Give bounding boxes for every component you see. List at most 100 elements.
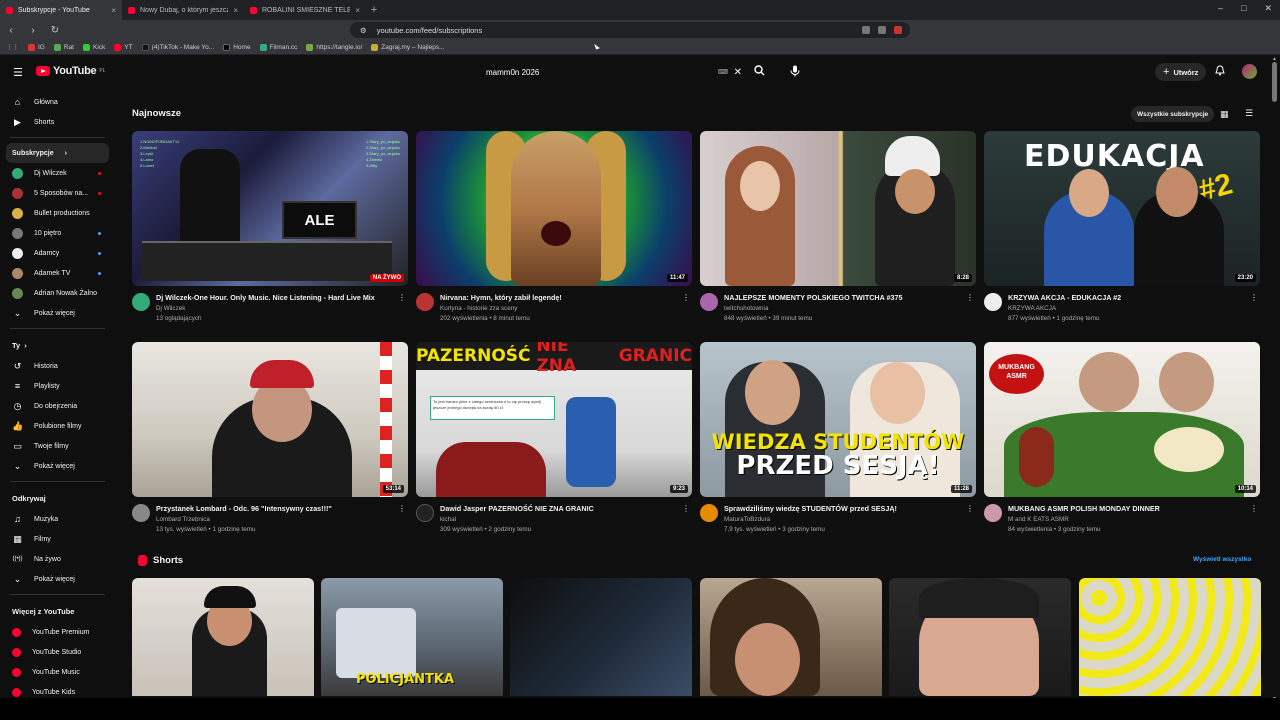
bookmark-home[interactable]: Home [223,43,251,51]
sidebar-item-premium[interactable]: YouTube Premium [0,622,115,642]
browser-tab-youtube[interactable]: Subskrypcje - YouTube × [0,0,122,20]
channel-avatar[interactable] [132,504,150,522]
sidebar-sub-adrian-nowak[interactable]: Adrian Nowak Żalno [0,283,115,303]
video-card[interactable]: 8:28 NAJLEPSZE MOMENTY POLSKIEGO TWITCHA… [700,131,976,322]
video-card[interactable]: EDUKACJA #2 23:20 KRZYWA AKCJA - EDUKACJ… [984,131,1260,322]
more-options-icon[interactable]: ⋮ [398,293,406,302]
apps-icon[interactable]: ⋮⋮ [6,43,19,51]
channel-name[interactable]: Kurtyna - historie zza sceny [440,305,692,312]
notifications-button[interactable] [1215,65,1225,79]
short-card[interactable] [510,578,692,696]
video-title[interactable]: NAJLEPSZE MOMENTY POLSKIEGO TWITCHA #375 [724,293,964,302]
video-title[interactable]: Nirvana: Hymn, który zabił legendę! [440,293,680,302]
short-card[interactable] [700,578,882,696]
menu-icon[interactable]: ☰ [13,66,23,79]
sidebar-show-more-explore[interactable]: ⌄ Pokaż więcej [0,569,115,589]
more-options-icon[interactable]: ⋮ [1250,293,1258,302]
video-title[interactable]: Dawid Jasper PAZERNOŚĆ NIE ZNA GRANIC [440,504,680,513]
more-options-icon[interactable]: ⋮ [1250,504,1258,513]
browser-tab-dubaj[interactable]: Nowy Dubaj, o którym jeszcze nie sły × [122,0,244,20]
sidebar-show-more-subs[interactable]: ⌄ Pokaż więcej [0,303,115,323]
channel-avatar[interactable] [984,504,1002,522]
more-options-icon[interactable]: ⋮ [682,293,690,302]
channel-name[interactable]: twitchshotownia [724,305,976,312]
sidebar-item-movies[interactable]: ▦ Filmy [0,529,115,549]
keyboard-icon[interactable]: ⌨ [718,68,728,76]
url-field[interactable]: ⚙ youtube.com/feed/subscriptions [350,22,910,38]
channel-avatar[interactable] [416,293,434,311]
sidebar-sub-adamek-tv[interactable]: Adamek TV [0,263,115,283]
back-icon[interactable]: ‹ [6,25,16,36]
search-button[interactable] [754,65,765,79]
sidebar-sub-dj-wilczek[interactable]: Dj Wilczek [0,163,115,183]
sidebar-item-subscriptions[interactable]: Subskrypcje › [6,143,109,163]
channel-name[interactable]: Lombard Trzebnica [156,516,408,523]
minimize-icon[interactable]: – [1218,3,1223,14]
bookmark-tangle[interactable]: https://tangle.io/ [306,43,362,51]
see-all-shorts-link[interactable]: Wyświetl wszystko [1193,556,1251,563]
channel-name[interactable]: KRZYWA AKCJA [1008,305,1260,312]
maximize-icon[interactable]: □ [1241,3,1246,14]
bookmark-filman[interactable]: Filman.cc [259,43,297,51]
video-thumbnail[interactable]: EDUKACJA #2 23:20 [984,131,1260,286]
video-card[interactable]: 11:47 Nirvana: Hymn, który zabił legendę… [416,131,692,322]
sidebar-item-shorts[interactable]: ▶ Shorts [0,112,115,132]
channel-avatar[interactable] [132,293,150,311]
more-options-icon[interactable]: ⋮ [966,504,974,513]
video-thumbnail[interactable]: 11:47 [416,131,692,286]
more-options-icon[interactable]: ⋮ [398,504,406,513]
bookmark-yt[interactable]: YT [114,43,133,51]
video-card[interactable]: MUKBANG ASMR 10:14 MUKBANG ASMR POLISH M… [984,342,1260,533]
channel-avatar[interactable] [700,293,718,311]
youtube-logo[interactable]: YouTube PL [36,65,105,77]
sidebar-item-music-app[interactable]: YouTube Music [0,662,115,682]
sidebar-show-more-you[interactable]: ⌄ Pokaż więcej [0,456,115,476]
video-title[interactable]: Przystanek Lombard - Odc. 96 "Intensywny… [156,504,396,513]
video-card[interactable]: 53:14 Przystanek Lombard - Odc. 96 "Inte… [132,342,408,533]
bookmark-tiktok[interactable]: (4)TikTok - Make Yo... [141,43,214,51]
video-card[interactable]: PAZERNOŚĆ NIE ZNA GRANIC To jest bardzo … [416,342,692,533]
channel-name[interactable]: kichal [440,516,692,523]
video-thumbnail[interactable]: 8:28 [700,131,976,286]
sidebar-item-history[interactable]: ↺ Historia [0,356,115,376]
video-card[interactable]: WIEDZA STUDENTÓW PRZED SESJĄ! 11:28 Spra… [700,342,976,533]
sidebar-item-liked[interactable]: 👍 Polubione filmy [0,416,115,436]
all-subscriptions-button[interactable]: Wszystkie subskrypcje [1131,106,1215,122]
short-card[interactable] [1079,578,1261,696]
short-card[interactable] [889,578,1071,696]
grid-view-icon[interactable]: ▦ [1220,109,1229,120]
sidebar-item-watch-later[interactable]: ◷ Do obejrzenia [0,396,115,416]
account-avatar[interactable] [1242,64,1257,79]
sidebar-item-home[interactable]: ⌂ Główna [0,92,115,112]
sidebar-item-live[interactable]: ((•)) Na żywo [0,549,115,569]
sidebar-sub-adamcy[interactable]: Adamcy [0,243,115,263]
install-icon[interactable] [862,26,870,34]
video-thumbnail[interactable]: PAZERNOŚĆ NIE ZNA GRANIC To jest bardzo … [416,342,692,497]
page-scrollbar[interactable]: ▲ ▼ [1272,56,1277,702]
sidebar-sub-10-pietro[interactable]: 10 piętro [0,223,115,243]
bookmark-zagraj[interactable]: Zagraj.my – Najleps... [371,43,444,51]
video-card[interactable]: 1.NOMOFOBOAKTYL 2.Mačkoč 3.Lepší 4.Lamo … [132,131,408,322]
video-thumbnail[interactable]: MUKBANG ASMR 10:14 [984,342,1260,497]
video-title[interactable]: Sprawdziliśmy wiedzę STUDENTÓW przed SES… [724,504,964,513]
video-title[interactable]: MUKBANG ASMR POLISH MONDAY DINNER [1008,504,1248,513]
extension-icon[interactable] [894,26,902,34]
search-input[interactable]: mamm0n 2026 ⌨ ✕ [478,62,748,82]
sidebar-sub-bullet[interactable]: Bullet productions [0,203,115,223]
browser-tab-robalini[interactable]: ROBALINI ŚMIESZNE TELEFONY | × [244,0,366,20]
short-card[interactable]: POLICJANTKA [321,578,503,696]
more-options-icon[interactable]: ⋮ [966,293,974,302]
share-icon[interactable] [878,26,886,34]
site-info-icon[interactable]: ⚙ [360,26,367,35]
sidebar-you-header[interactable]: Ty › [0,334,115,356]
new-tab-button[interactable]: + [366,4,382,16]
sidebar-item-playlists[interactable]: ≡ Playlisty [0,376,115,396]
sidebar-sub-5-sposobow[interactable]: 5 Sposobów na... [0,183,115,203]
close-window-icon[interactable]: ✕ [1264,3,1272,14]
video-title[interactable]: KRZYWA AKCJA - EDUKACJA #2 [1008,293,1248,302]
channel-name[interactable]: M and K EATS ASMR [1008,516,1260,523]
close-tab-icon[interactable]: × [355,6,360,15]
create-button[interactable]: + Utwórz [1155,63,1207,81]
scrollbar-thumb[interactable] [1272,62,1277,102]
close-tab-icon[interactable]: × [233,6,238,15]
